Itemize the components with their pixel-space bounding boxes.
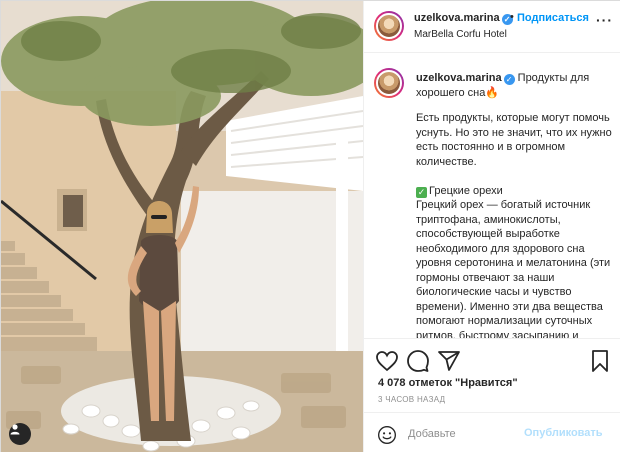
caption-username-link[interactable]: uzelkova.marina xyxy=(416,72,502,84)
caption-section: ✓ Грецкие орехи xyxy=(416,184,612,199)
post-side-panel: uzelkova.marina ✓ • Подписаться MarBella … xyxy=(363,1,620,452)
caption-headline: uzelkova.marina ✓ Продукты для хорошего с… xyxy=(416,71,612,101)
post-timestamp[interactable]: 3 ЧАСОВ НАЗАД xyxy=(378,395,445,404)
user-icon xyxy=(10,424,20,435)
check-mark-icon: ✓ xyxy=(416,186,427,198)
caption-intro: Есть продукты, которые могут помочь усну… xyxy=(416,112,612,168)
share-icon[interactable] xyxy=(437,349,461,373)
post-photo[interactable] xyxy=(1,1,363,452)
location-link[interactable]: MarBella Corfu Hotel xyxy=(414,29,507,40)
emoji-icon[interactable] xyxy=(377,425,397,445)
instagram-post-modal: uzelkova.marina ✓ • Подписаться MarBella … xyxy=(0,0,620,452)
fire-emoji: 🔥 xyxy=(485,87,500,99)
ellipsis-icon[interactable]: ··· xyxy=(596,12,613,28)
author-username-link[interactable]: uzelkova.marina ✓ xyxy=(414,12,513,25)
caption-section-title: Грецкие орехи xyxy=(429,184,503,197)
likes-count[interactable]: 4 078 отметок "Нравится" xyxy=(378,377,518,389)
post-actions: 4 078 отметок "Нравится" 3 ЧАСОВ НАЗАД О… xyxy=(364,338,620,452)
publish-button[interactable]: Опубликовать xyxy=(524,427,603,439)
separator-dot: • xyxy=(510,11,514,23)
verified-icon: ✓ xyxy=(503,74,515,85)
caption-avatar[interactable] xyxy=(374,68,404,98)
photo-illustration xyxy=(1,1,363,452)
bookmark-icon[interactable] xyxy=(588,349,612,373)
comment-form: Опубликовать xyxy=(364,412,620,452)
heart-icon[interactable] xyxy=(375,349,399,373)
tagged-users-button[interactable] xyxy=(9,423,31,445)
caption-section-body: Грецкий орех — богатый источник триптофа… xyxy=(416,199,611,338)
post-header: uzelkova.marina ✓ • Подписаться MarBella … xyxy=(364,1,620,53)
caption-body: Есть продукты, которые могут помочь усну… xyxy=(416,111,612,338)
comment-icon[interactable] xyxy=(406,349,430,373)
post-caption: uzelkova.marina ✓ Продукты для хорошего с… xyxy=(364,54,620,338)
follow-button[interactable]: Подписаться xyxy=(517,12,589,24)
author-avatar[interactable] xyxy=(374,11,404,41)
